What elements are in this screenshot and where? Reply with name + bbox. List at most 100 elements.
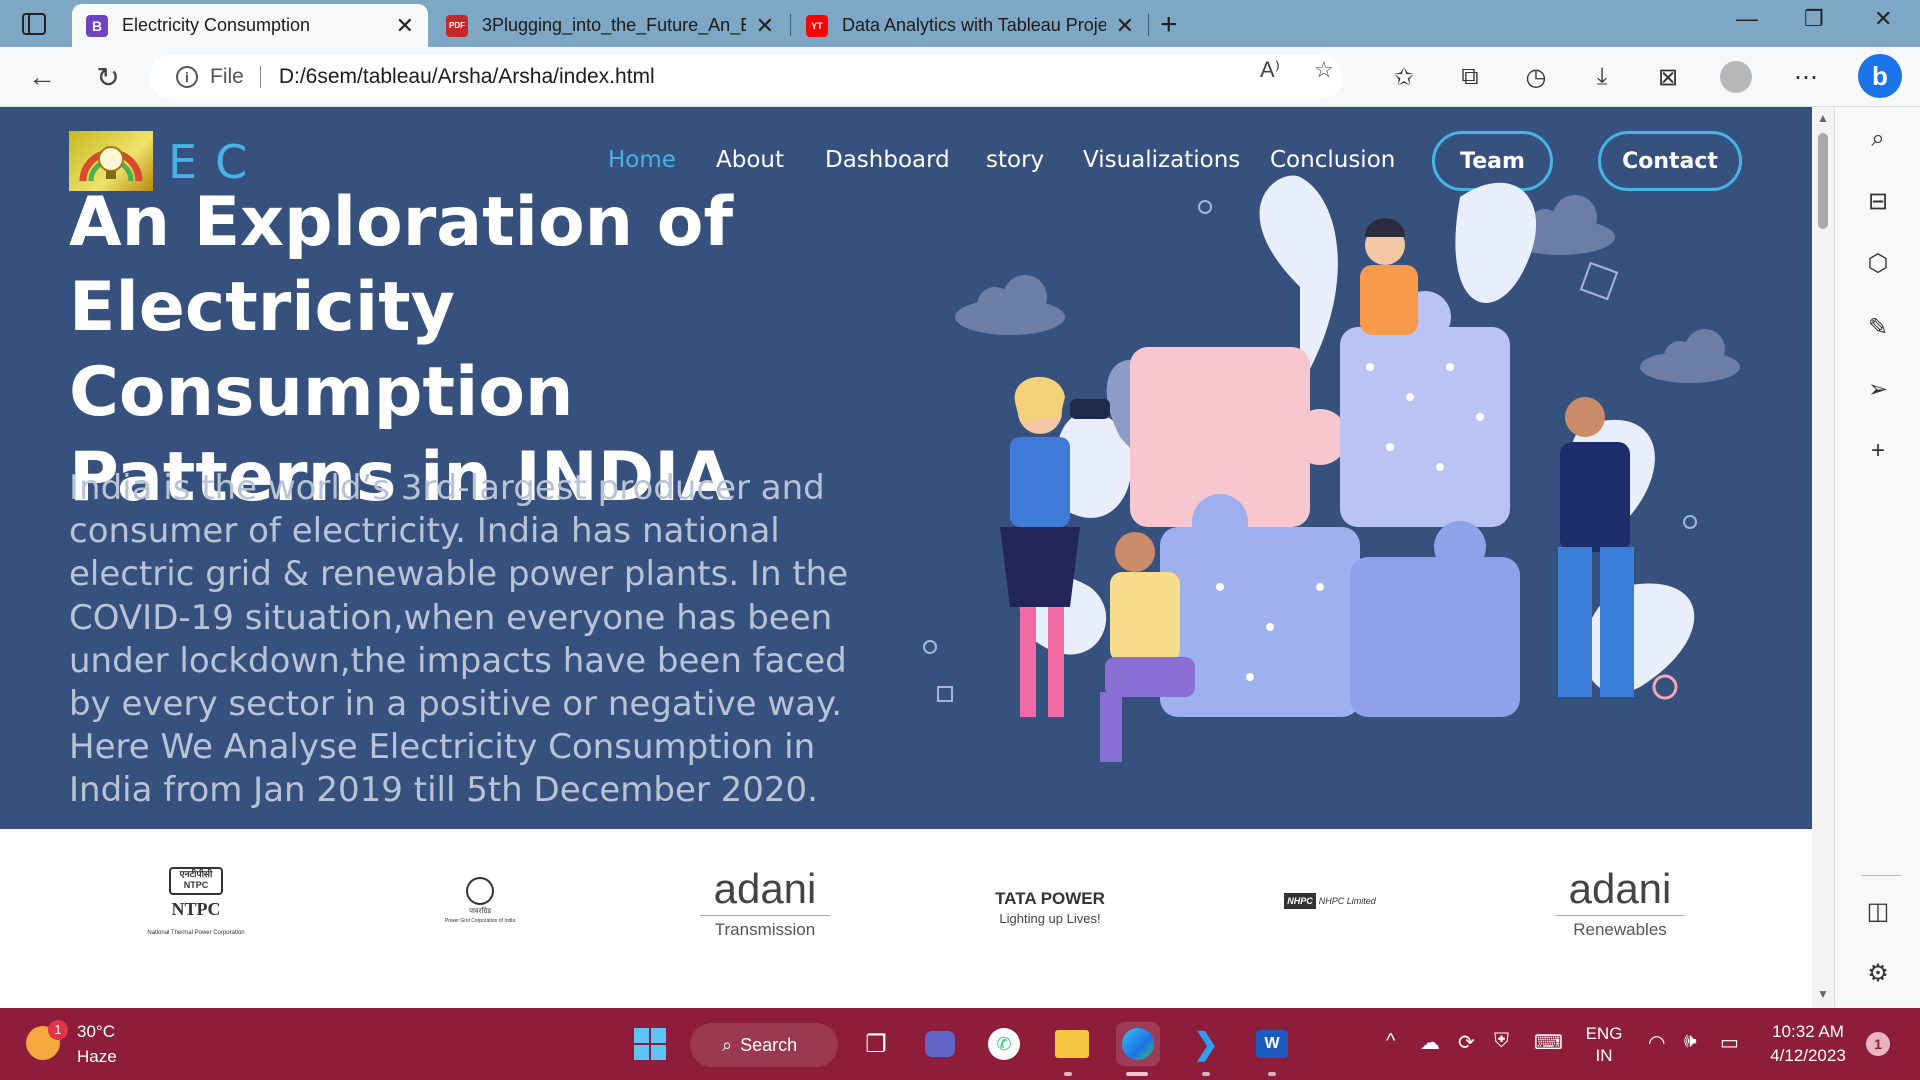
read-aloud-icon[interactable]: A⁾ [1260, 57, 1280, 83]
nav-about[interactable]: About [716, 147, 784, 173]
close-window-icon[interactable]: ✕ [1874, 6, 1892, 32]
minimize-icon[interactable]: — [1736, 6, 1758, 32]
site-info-icon[interactable]: i [176, 66, 198, 88]
search-icon: ⌕ [722, 1034, 733, 1055]
pdf-favicon-icon: PDF [446, 14, 468, 37]
tab-pdf-document[interactable]: PDF 3Plugging_into_the_Future_An_E ✕ [432, 4, 788, 47]
volume-icon[interactable]: 🕪 [1684, 1030, 1697, 1053]
search-icon[interactable]: ⌕ [1863, 125, 1893, 153]
profile-avatar[interactable] [1720, 61, 1752, 93]
client-subtitle: Power Grid Corporation of India [444, 918, 516, 924]
client-name: NHPC Limited [1318, 896, 1376, 906]
sidebar-divider [1861, 875, 1901, 876]
close-tab-icon[interactable]: ✕ [396, 13, 414, 39]
close-tab-icon[interactable]: ✕ [1116, 13, 1134, 39]
client-subtitle: National Thermal Power Corporation [147, 930, 245, 936]
tab-title: Electricity Consumption [122, 15, 311, 35]
client-logo-ntpc: एनटीपीसी NTPC NTPC National Thermal Powe… [136, 867, 256, 936]
add-favorite-icon[interactable]: ☆ [1314, 57, 1334, 83]
tab-separator [790, 14, 791, 36]
keyboard-icon[interactable]: ⌨ [1534, 1030, 1563, 1055]
taskbar-search[interactable]: ⌕ Search [690, 1023, 838, 1067]
scroll-thumb[interactable] [1818, 133, 1828, 229]
client-subtitle: Transmission [700, 915, 830, 940]
woman-top-figure [1360, 218, 1418, 335]
hero-section: EC Home About Dashboard story Visualizat… [0, 107, 1812, 829]
windows-taskbar: 1 30°C Haze ⌕ Search ❐ ✆ ❯ W ^ ☁ ⟳ ⛨ ⌨ E… [0, 1008, 1920, 1080]
send-icon[interactable]: ➢ [1863, 375, 1893, 404]
new-tab-icon[interactable]: + [1160, 8, 1178, 42]
tools-icon[interactable]: ⊟ [1863, 187, 1893, 216]
scroll-down-icon[interactable]: ▼ [1817, 987, 1829, 1001]
powergrid-emblem-icon [466, 877, 494, 905]
app-running-indicator [1064, 1072, 1072, 1076]
notification-count-badge[interactable]: 1 [1866, 1032, 1890, 1056]
tab-title: Data Analytics with Tableau Proje [842, 15, 1106, 35]
client-logo-powergrid: पावरग्रिड Power Grid Corporation of Indi… [430, 867, 530, 924]
scheme-label: File [210, 65, 244, 88]
sync-icon[interactable]: ⟳ [1458, 1030, 1475, 1055]
more-options-icon[interactable]: ⋯ [1788, 59, 1824, 95]
collections-icon[interactable]: ⧉ [1452, 59, 1488, 95]
games-icon[interactable]: ⬡ [1863, 249, 1893, 278]
settings-gear-icon[interactable]: ⚙ [1863, 959, 1893, 988]
app-running-indicator [1202, 1072, 1210, 1076]
client-logo-adani-transmission: adani Transmission [700, 867, 830, 940]
security-shield-icon[interactable]: ⛨ [1494, 1030, 1509, 1053]
wifi-icon[interactable]: ◠ [1648, 1030, 1665, 1055]
back-icon[interactable]: ← [24, 59, 60, 95]
scroll-up-icon[interactable]: ▲ [1817, 111, 1829, 125]
decorative-rings [1652, 674, 1678, 700]
clock-date[interactable]: 4/12/2023 [1766, 1046, 1850, 1066]
task-view-icon[interactable]: ❐ [854, 1022, 898, 1066]
client-logo-nhpc: NHPC NHPC Limited [1280, 893, 1380, 909]
file-explorer-icon[interactable] [1050, 1022, 1094, 1066]
math-solver-icon[interactable]: ⊠ [1650, 59, 1686, 95]
puzzle-pieces [1130, 291, 1520, 717]
start-windows-icon[interactable] [628, 1022, 672, 1066]
client-subtitle: Renewables [1555, 915, 1685, 940]
history-icon[interactable]: ◷ [1518, 59, 1554, 95]
weather-temperature[interactable]: 30°C [77, 1022, 115, 1042]
favorites-icon[interactable]: ✩ [1386, 59, 1422, 95]
refresh-icon[interactable]: ↻ [90, 59, 126, 95]
battery-icon[interactable]: ▭ [1720, 1030, 1739, 1055]
url-field[interactable]: i File D:/6sem/tableau/Arsha/Arsha/index… [150, 55, 1343, 99]
nav-home[interactable]: Home [608, 147, 676, 173]
client-subtitle: Lighting up Lives! [999, 911, 1101, 926]
whatsapp-icon[interactable]: ✆ [982, 1022, 1026, 1066]
tab-actions-icon[interactable] [20, 10, 48, 38]
client-name: NTPC [171, 899, 221, 919]
onedrive-icon[interactable]: ☁ [1420, 1030, 1440, 1055]
weather-badge: 1 [48, 1020, 68, 1040]
input-language-top[interactable]: ENG [1584, 1024, 1624, 1044]
split-screen-icon[interactable]: ◫ [1863, 897, 1893, 926]
tab-youtube-video[interactable]: YT Data Analytics with Tableau Proje ✕ [792, 4, 1148, 47]
vscode-icon[interactable]: ❯ [1184, 1022, 1228, 1066]
input-language-bottom[interactable]: IN [1584, 1046, 1624, 1066]
bing-chat-icon[interactable]: b [1858, 54, 1902, 98]
address-bar: ← ↻ i File D:/6sem/tableau/Arsha/Arsha/i… [0, 47, 1920, 107]
downloads-icon[interactable]: ⤓ [1584, 59, 1620, 95]
weather-condition[interactable]: Haze [77, 1047, 117, 1067]
client-hindi-name: पावरग्रिड [468, 908, 492, 915]
teams-chat-icon[interactable] [918, 1022, 962, 1066]
page-scrollbar[interactable]: ▲ ▼ [1812, 107, 1834, 1008]
add-icon[interactable]: + [1863, 437, 1893, 465]
edge-browser-icon[interactable] [1116, 1022, 1160, 1066]
tab-electricity-consumption[interactable]: B Electricity Consumption ✕ [72, 4, 428, 47]
tab-title: 3Plugging_into_the_Future_An_E [482, 15, 746, 35]
show-hidden-icons-icon[interactable]: ^ [1386, 1030, 1395, 1053]
client-name: adani [713, 865, 817, 912]
app-running-indicator [1268, 1072, 1276, 1076]
close-tab-icon[interactable]: ✕ [756, 13, 774, 39]
restore-icon[interactable]: ❐ [1804, 6, 1824, 32]
youtube-favicon-icon: YT [806, 14, 828, 37]
word-icon[interactable]: W [1250, 1022, 1294, 1066]
clock-time[interactable]: 10:32 AM [1766, 1022, 1850, 1042]
client-logo-tata-power: TATA POWER Lighting up Lives! [980, 889, 1120, 926]
ntpc-emblem: एनटीपीसी NTPC [169, 867, 223, 895]
office-icon[interactable]: ✎ [1863, 313, 1893, 342]
client-name: TATA POWER [995, 889, 1105, 908]
bootstrap-favicon-icon: B [86, 14, 108, 37]
